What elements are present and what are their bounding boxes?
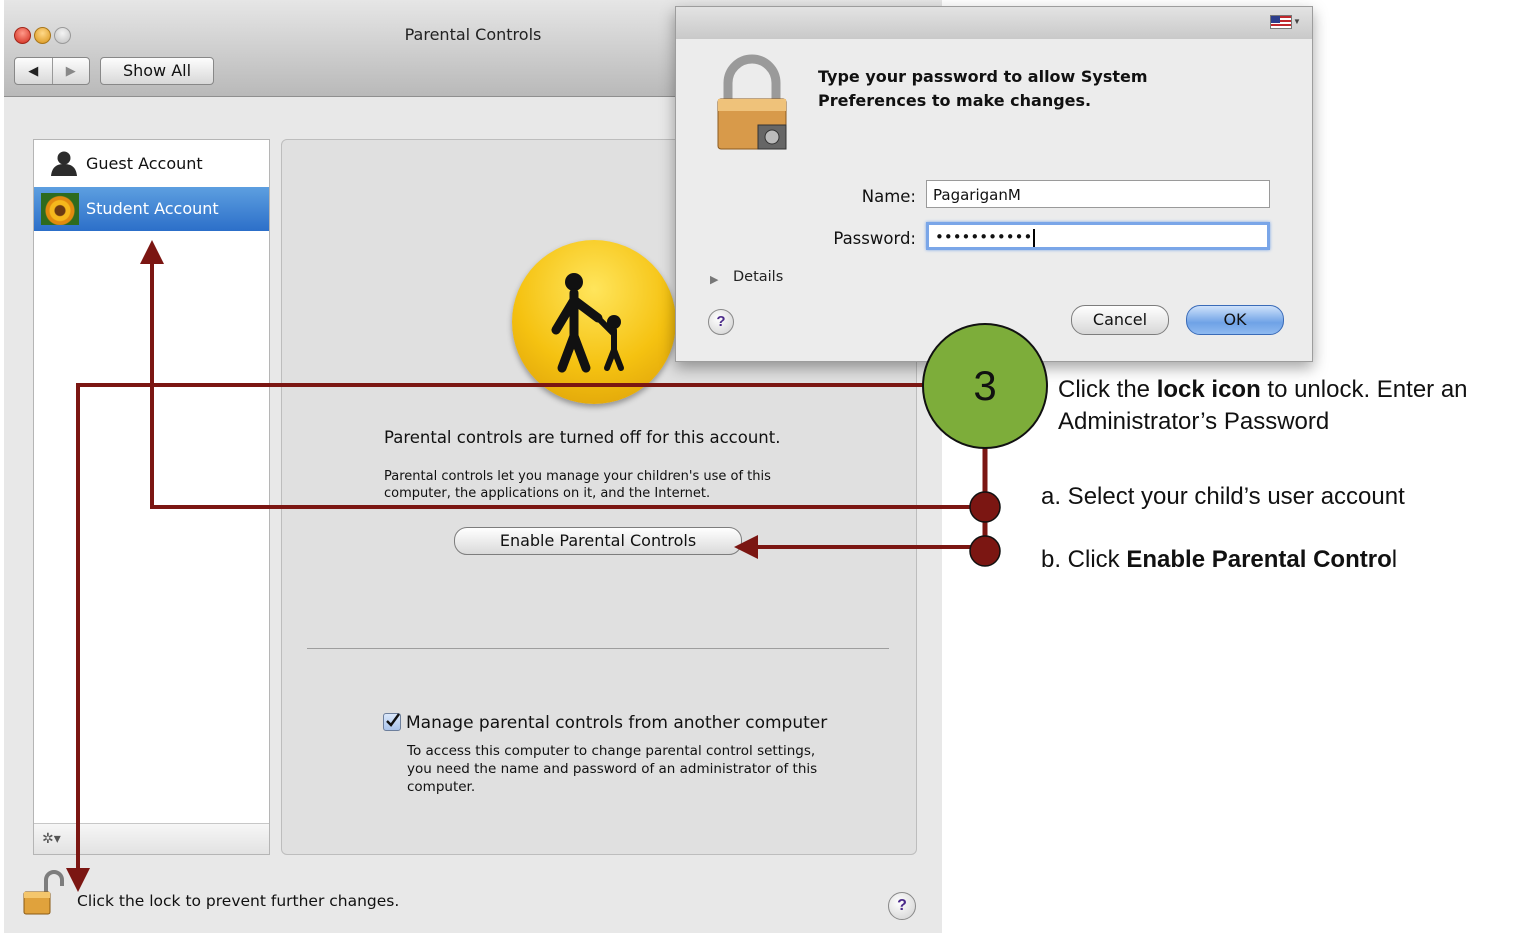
step-number: 3 (973, 362, 997, 409)
step-b-text: b. Click Enable Parental Control (1041, 544, 1397, 576)
instruction-bold: lock icon (1156, 376, 1261, 403)
step-b-bold: Enable Parental Contro (1126, 546, 1392, 573)
arrow-to-lock (66, 383, 925, 892)
bullet-a (969, 491, 1001, 523)
step-b-suffix: l (1391, 546, 1398, 573)
instruction-prefix: Click the (1058, 376, 1157, 403)
instruction-text: Click the lock icon to unlock. Enter an … (1058, 374, 1524, 438)
arrow-to-student-account (140, 240, 985, 509)
bullet-b (969, 535, 1001, 567)
annotation-arrows (66, 240, 1048, 892)
step-b-prefix: b. Click (1041, 546, 1127, 573)
step-a-text: a. Select your child’s user account (1041, 483, 1405, 510)
